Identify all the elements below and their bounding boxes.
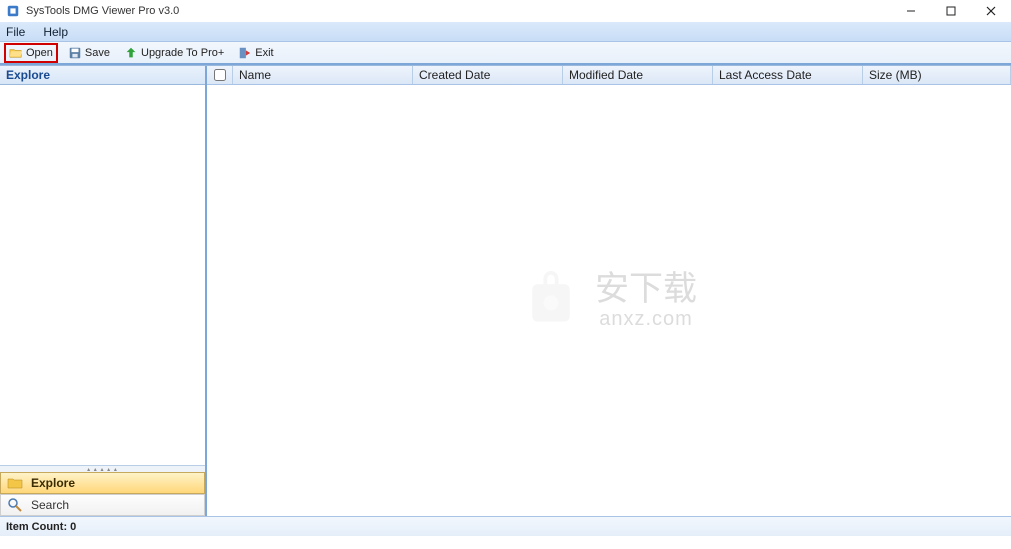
column-created[interactable]: Created Date <box>413 66 563 84</box>
nav-search[interactable]: Search <box>0 494 205 516</box>
bottom-gap <box>0 536 1011 549</box>
close-button[interactable] <box>971 0 1011 22</box>
menubar: File Help <box>0 22 1011 42</box>
save-button[interactable]: Save <box>64 44 114 62</box>
exit-icon <box>238 46 252 60</box>
column-size[interactable]: Size (MB) <box>863 66 1011 84</box>
menu-file[interactable]: File <box>6 25 25 39</box>
exit-button[interactable]: Exit <box>234 44 277 62</box>
upgrade-button[interactable]: Upgrade To Pro+ <box>120 44 228 62</box>
search-icon <box>7 497 23 513</box>
explore-header: Explore <box>0 66 205 85</box>
minimize-button[interactable] <box>891 0 931 22</box>
maximize-button[interactable] <box>931 0 971 22</box>
upgrade-label: Upgrade To Pro+ <box>141 47 224 59</box>
watermark: 安下载 anxz.com <box>521 271 697 331</box>
nav-search-label: Search <box>31 498 69 512</box>
open-button[interactable]: Open <box>4 43 58 63</box>
save-label: Save <box>85 47 110 59</box>
item-count: Item Count: 0 <box>6 521 76 533</box>
nav-explore-label: Explore <box>31 476 75 490</box>
titlebar: SysTools DMG Viewer Pro v3.0 <box>0 0 1011 22</box>
nav-explore[interactable]: Explore <box>0 472 205 494</box>
nav-pane: Explore Search <box>0 472 205 516</box>
column-access[interactable]: Last Access Date <box>713 66 863 84</box>
exit-label: Exit <box>255 47 273 59</box>
save-icon <box>68 46 82 60</box>
content-area: Explore ▴ ▴ ▴ ▴ ▴ Explore Search Na <box>0 65 1011 516</box>
left-panel: Explore ▴ ▴ ▴ ▴ ▴ Explore Search <box>0 66 207 516</box>
window-title: SysTools DMG Viewer Pro v3.0 <box>26 5 179 17</box>
toolbar: Open Save Upgrade To Pro+ Exit <box>0 42 1011 65</box>
select-all-checkbox[interactable] <box>214 69 226 81</box>
app-icon <box>6 4 20 18</box>
column-modified[interactable]: Modified Date <box>563 66 713 84</box>
window-controls <box>891 0 1011 22</box>
watermark-icon <box>521 271 581 331</box>
open-label: Open <box>26 47 53 59</box>
column-name[interactable]: Name <box>233 66 413 84</box>
tree-view[interactable] <box>0 85 205 466</box>
column-checkbox[interactable] <box>207 66 233 84</box>
grid-body[interactable]: 安下载 anxz.com <box>207 85 1011 516</box>
watermark-line1: 安下载 <box>595 271 697 308</box>
menu-help[interactable]: Help <box>43 25 68 39</box>
folder-open-icon <box>9 46 23 60</box>
folder-icon <box>7 475 23 491</box>
statusbar: Item Count: 0 <box>0 516 1011 536</box>
right-panel: Name Created Date Modified Date Last Acc… <box>207 66 1011 516</box>
watermark-line2: anxz.com <box>595 308 697 330</box>
upgrade-icon <box>124 46 138 60</box>
grid-header: Name Created Date Modified Date Last Acc… <box>207 66 1011 85</box>
